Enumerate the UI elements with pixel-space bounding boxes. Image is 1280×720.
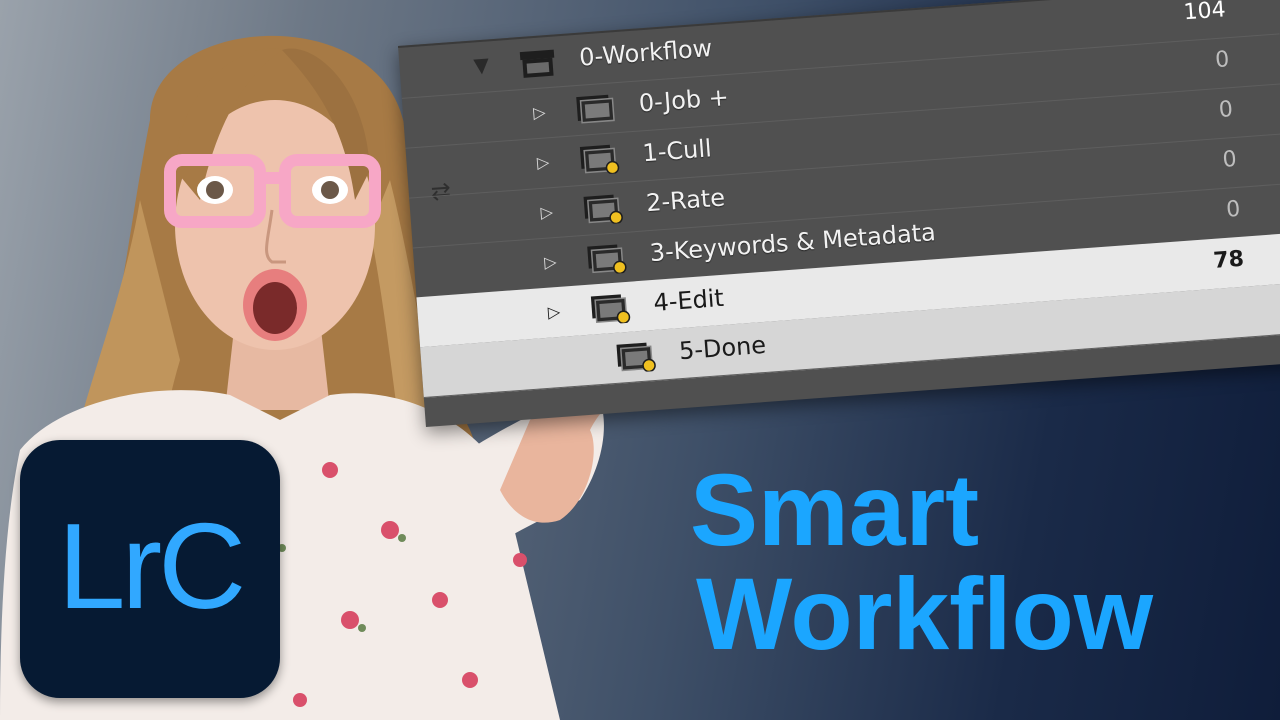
collection-label: 0-Job + xyxy=(637,82,730,118)
disclosure-triangle-icon[interactable]: ▷ xyxy=(547,302,559,322)
collections-panel: ⇄ ▼ 0-Workflow 104 ▷ 0-Job + 0 ▷ 1-Cull … xyxy=(398,0,1280,427)
collection-label: 1-Cull xyxy=(641,134,713,168)
collection-set-icon xyxy=(519,49,555,78)
title-line-2: Workflow xyxy=(696,557,1154,671)
title-line-1: Smart xyxy=(690,453,980,567)
collection-label: 4-Edit xyxy=(652,283,725,317)
smart-collection-icon xyxy=(579,144,620,175)
disclosure-triangle-icon[interactable]: ▷ xyxy=(540,202,552,222)
collection-label: 2-Rate xyxy=(645,183,726,218)
collection-count: 0 xyxy=(1225,196,1242,223)
smart-collection-icon xyxy=(590,294,631,324)
collection-count: 0 xyxy=(1214,47,1231,74)
collection-label: 5-Done xyxy=(678,330,767,366)
collection-count: 104 xyxy=(1182,0,1227,26)
disclosure-triangle-open-icon[interactable]: ▼ xyxy=(473,53,488,78)
smart-collection-icon xyxy=(616,342,656,373)
lightroom-classic-logo: LrC xyxy=(20,440,280,698)
collection-count: 0 xyxy=(1221,146,1238,173)
smart-collection-icon xyxy=(583,194,623,225)
collection-icon xyxy=(576,94,615,124)
collection-count: 78 xyxy=(1212,246,1245,274)
disclosure-triangle-icon[interactable]: ▷ xyxy=(536,152,548,172)
disclosure-triangle-icon[interactable]: ▷ xyxy=(544,252,556,272)
disclosure-triangle-icon[interactable]: ▷ xyxy=(533,103,545,123)
lrc-logo-text: LrC xyxy=(57,498,247,634)
collection-count: 0 xyxy=(1218,97,1234,124)
smart-collection-icon xyxy=(587,244,627,275)
collection-label: 0-Workflow xyxy=(578,34,714,72)
thumbnail-title: Smart Workflow xyxy=(690,458,1153,666)
